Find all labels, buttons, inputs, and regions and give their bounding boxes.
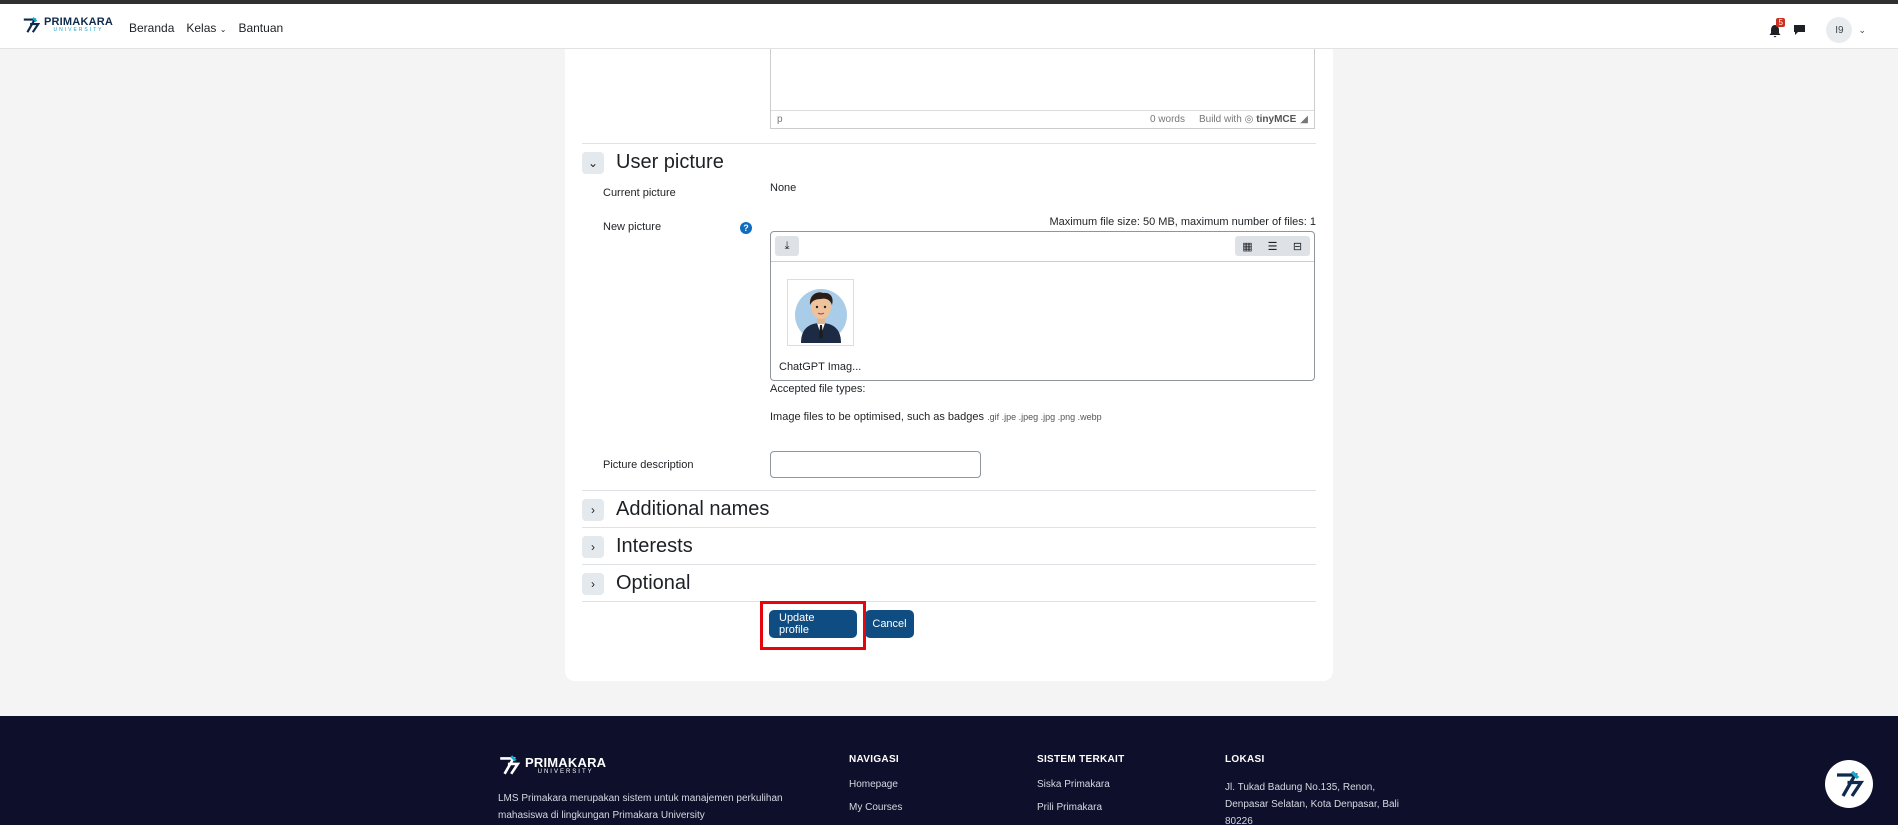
chevron-down-icon: ⌄	[1858, 24, 1866, 35]
optional-header[interactable]: › Optional	[582, 572, 691, 595]
user-picture-header[interactable]: ⌄ User picture	[582, 151, 724, 174]
floating-help-button[interactable]	[1825, 760, 1873, 808]
navbar: PRIMAKARA UNIVERSITY Beranda Kelas ⌄ Ban…	[0, 4, 1898, 49]
footer-location: LOKASI Jl. Tukad Badung No.135, Renon, D…	[1225, 754, 1415, 825]
chevron-down-icon: ⌄	[587, 155, 599, 170]
section-title: Additional names	[616, 498, 770, 520]
accepted-types-ext: .gif .jpe .jpeg .jpg .png .webp	[987, 412, 1102, 422]
footer-link-prili[interactable]: Prili Primakara	[1037, 802, 1125, 813]
footer-nav-heading: NAVIGASI	[849, 754, 899, 765]
accepted-types-text: Image files to be optimised, such as bad…	[770, 411, 985, 423]
primakara-logo-icon	[23, 17, 40, 33]
footer-description: LMS Primakara merupakan sistem untuk man…	[498, 793, 783, 821]
current-picture-value: None	[770, 182, 797, 194]
user-portrait-image	[794, 288, 847, 343]
grid-view-icon[interactable]: ▦	[1235, 236, 1260, 256]
file-thumbnail[interactable]	[787, 279, 854, 346]
footer: PRIMAKARA UNIVERSITY LMS Primakara merup…	[0, 716, 1898, 825]
nav-kelas-label: Kelas	[186, 21, 217, 35]
footer-systems: SISTEM TERKAIT Siska Primakara Prili Pri…	[1037, 754, 1125, 825]
additional-names-header[interactable]: › Additional names	[582, 498, 769, 521]
navbar-right: 5 I9 ⌄	[1769, 17, 1866, 43]
nav-beranda[interactable]: Beranda	[129, 21, 174, 35]
brand-sub: UNIVERSITY	[53, 27, 104, 33]
word-count[interactable]: 0 words	[1150, 114, 1185, 125]
built-with-label: Build with	[1198, 114, 1242, 125]
section-divider	[582, 527, 1316, 528]
picture-description-label: Picture description	[603, 459, 694, 471]
download-icon: ⤓	[784, 239, 790, 252]
footer-brand[interactable]: PRIMAKARA UNIVERSITY	[498, 754, 606, 776]
section-divider	[582, 490, 1316, 491]
section-title: Optional	[616, 572, 691, 594]
footer-link-homepage[interactable]: Homepage	[849, 779, 902, 790]
editor-statusbar: p 0 words Build with ◎ tinyMCE ◢	[771, 110, 1314, 128]
primakara-logo-icon	[500, 755, 520, 775]
file-picker[interactable]: ⤓ ▦ ☰ ⊟ ChatGPT Imag...	[770, 231, 1315, 381]
footer-address: Jl. Tukad Badung No.135, Renon, Denpasar…	[1225, 782, 1399, 825]
nav-bantuan[interactable]: Bantuan	[238, 21, 283, 35]
max-file-info: Maximum file size: 50 MB, maximum number…	[1049, 216, 1316, 228]
tinymce-icon: ◎	[1244, 114, 1254, 125]
chevron-right-icon: ›	[591, 539, 595, 554]
notification-badge: 5	[1776, 18, 1785, 27]
footer-brand-sub: UNIVERSITY	[537, 768, 594, 775]
primary-nav: Beranda Kelas ⌄ Bantuan	[129, 21, 283, 35]
cancel-button[interactable]: Cancel	[865, 610, 914, 638]
description-editor[interactable]: p 0 words Build with ◎ tinyMCE ◢	[770, 49, 1315, 129]
footer-link-siska[interactable]: Siska Primakara	[1037, 779, 1125, 790]
current-picture-label: Current picture	[603, 187, 676, 199]
highlight-box	[760, 601, 866, 650]
footer-link-my-courses[interactable]: My Courses	[849, 802, 902, 813]
picture-description-input[interactable]	[770, 451, 981, 478]
list-view-icon[interactable]: ☰	[1260, 236, 1285, 256]
help-icon[interactable]: ?	[740, 222, 752, 234]
resize-handle-icon[interactable]: ◢	[1300, 114, 1308, 125]
section-title: User picture	[616, 151, 724, 173]
accepted-types-desc: Image files to be optimised, such as bad…	[770, 411, 1102, 423]
expand-toggle[interactable]: ›	[582, 498, 604, 521]
section-title: Interests	[616, 535, 693, 557]
view-switcher: ▦ ☰ ⊟	[1235, 236, 1310, 256]
footer-nav: NAVIGASI Homepage My Courses	[849, 754, 902, 825]
tree-view-icon[interactable]: ⊟	[1285, 236, 1310, 256]
expand-toggle[interactable]: ›	[582, 572, 604, 595]
footer-location-heading: LOKASI	[1225, 754, 1265, 765]
editor-branding[interactable]: Build with ◎ tinyMCE	[1199, 114, 1296, 125]
section-divider	[582, 601, 1316, 602]
chevron-down-icon: ⌄	[219, 25, 227, 34]
user-menu[interactable]: I9 ⌄	[1826, 17, 1866, 43]
file-name[interactable]: ChatGPT Imag...	[779, 361, 861, 373]
message-icon[interactable]	[1793, 24, 1806, 36]
section-divider	[582, 143, 1316, 144]
footer-brand-name: PRIMAKARA	[525, 754, 607, 770]
avatar: I9	[1826, 17, 1853, 43]
brand-logo[interactable]: PRIMAKARA UNIVERSITY	[22, 16, 113, 34]
collapse-toggle[interactable]: ⌄	[582, 151, 604, 174]
chevron-right-icon: ›	[591, 502, 595, 517]
primakara-logo-icon	[1837, 770, 1864, 797]
editor-path[interactable]: p	[777, 114, 783, 125]
tinymce-label: tinyMCE	[1256, 114, 1297, 125]
interests-header[interactable]: › Interests	[582, 535, 693, 558]
download-button[interactable]: ⤓	[775, 236, 799, 256]
accepted-types-label: Accepted file types:	[770, 383, 866, 395]
new-picture-label: New picture	[603, 221, 662, 233]
expand-toggle[interactable]: ›	[582, 535, 604, 558]
footer-systems-heading: SISTEM TERKAIT	[1037, 754, 1125, 765]
notification-button[interactable]: 5	[1769, 18, 1785, 38]
file-picker-toolbar: ⤓ ▦ ☰ ⊟	[771, 232, 1314, 262]
section-divider	[582, 564, 1316, 565]
chevron-right-icon: ›	[591, 576, 595, 591]
nav-kelas[interactable]: Kelas ⌄	[186, 21, 226, 35]
